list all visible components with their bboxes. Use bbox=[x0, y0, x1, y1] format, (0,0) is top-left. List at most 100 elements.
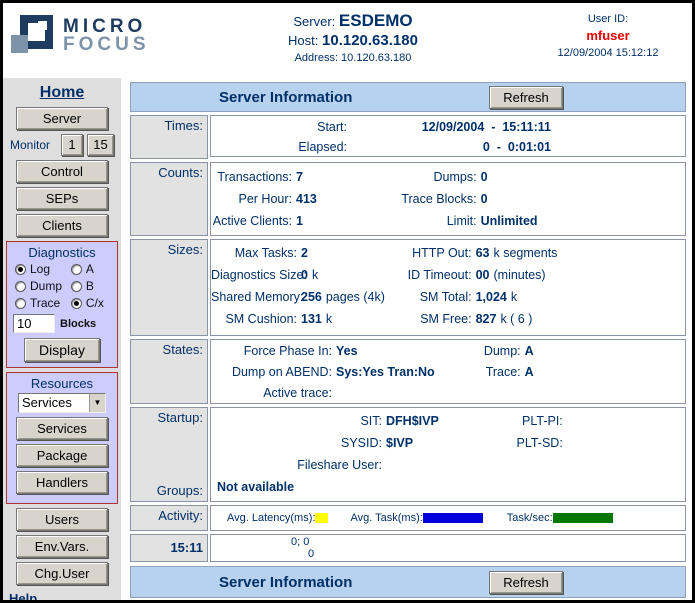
sit-value: DFH$IVP bbox=[386, 410, 439, 432]
states-label: States: bbox=[130, 339, 208, 404]
monitor-label: Monitor bbox=[10, 138, 50, 152]
sm-total-value: 1,024 bbox=[476, 286, 507, 308]
diagnostics-radio-group: Log A Dump B bbox=[11, 262, 113, 310]
task-sec-label: Task/sec: bbox=[507, 512, 553, 524]
host-value: 10.120.63.180 bbox=[322, 32, 418, 49]
resources-title: Resources bbox=[11, 376, 113, 391]
dump-state-value: A bbox=[525, 341, 534, 362]
startup-label: Startup: bbox=[131, 410, 203, 425]
id-timeout-value: 00 bbox=[476, 264, 490, 286]
radio-b[interactable]: B bbox=[71, 279, 113, 293]
http-out-value: 63 bbox=[476, 242, 490, 264]
radio-trace-icon[interactable] bbox=[15, 298, 26, 309]
transactions-value: 7 bbox=[296, 166, 303, 188]
admin-window: MICRO FOCUS Server: ESDEMO Host: 10.120.… bbox=[0, 0, 695, 603]
chevron-down-icon[interactable]: ▼ bbox=[89, 394, 105, 412]
user-id-label: User ID: bbox=[543, 13, 673, 25]
bottom-banner: Server Information Refresh bbox=[130, 566, 686, 598]
header: MICRO FOCUS Server: ESDEMO Host: 10.120.… bbox=[3, 3, 692, 75]
times-row: Times: Start:12/09/2004 - 15:11:11 Elaps… bbox=[130, 115, 686, 159]
sm-cushion-value: 131 bbox=[301, 308, 322, 330]
timeline-time: 15:11 bbox=[130, 534, 208, 562]
address-line: Address: 10.120.63.180 bbox=[233, 52, 473, 64]
radio-trace[interactable]: Trace bbox=[15, 296, 71, 310]
radio-dump-icon[interactable] bbox=[15, 281, 26, 292]
counts-label: Counts: bbox=[130, 162, 208, 236]
shared-memory-value: 256 bbox=[301, 286, 322, 308]
refresh-button-bottom[interactable]: Refresh bbox=[489, 571, 563, 594]
micro-focus-logo-icon bbox=[11, 13, 55, 59]
trace-state-value: A bbox=[525, 362, 534, 383]
clients-button[interactable]: Clients bbox=[16, 214, 108, 237]
user-id-value: mfuser bbox=[543, 28, 673, 43]
bottom-title: Server Information bbox=[219, 574, 352, 591]
states-row: States: Force Phase In:Yes Dump on ABEND… bbox=[130, 339, 686, 404]
handlers-button[interactable]: Handlers bbox=[16, 471, 108, 494]
resources-select[interactable]: Services ▼ bbox=[18, 393, 106, 413]
sysid-value: $IVP bbox=[386, 432, 413, 454]
main-panel: Server Information Refresh Times: Start:… bbox=[130, 82, 686, 598]
login-timestamp: 12/09/2004 15:12:12 bbox=[543, 47, 673, 59]
control-button[interactable]: Control bbox=[16, 160, 108, 183]
radio-dump[interactable]: Dump bbox=[15, 279, 71, 293]
dump-on-abend-value: Sys:Yes Tran:No bbox=[336, 362, 435, 383]
max-tasks-value: 2 bbox=[301, 242, 308, 264]
active-clients-value: 1 bbox=[296, 210, 303, 232]
latency-bar bbox=[315, 513, 328, 523]
limit-value: Unlimited bbox=[481, 210, 538, 232]
envvars-button[interactable]: Env.Vars. bbox=[16, 535, 108, 558]
services-button[interactable]: Services bbox=[16, 417, 108, 440]
groups-value: Not available bbox=[211, 476, 685, 498]
avg-latency-label: Avg. Latency(ms): bbox=[227, 512, 315, 524]
radio-cx-icon[interactable] bbox=[71, 298, 82, 309]
monitor-15-button[interactable]: 15 bbox=[87, 134, 114, 156]
timeline-values-line1: 0; 0 bbox=[211, 536, 685, 548]
top-banner: Server Information Refresh bbox=[130, 82, 686, 112]
chguser-button[interactable]: Chg.User bbox=[16, 562, 108, 585]
task-sec-bar bbox=[553, 513, 613, 523]
counts-row: Counts: Transactions:7 Per Hour:413 Acti… bbox=[130, 162, 686, 236]
body: Home Server Monitor 1 15 Control SEPs Cl… bbox=[3, 75, 692, 600]
radio-b-icon[interactable] bbox=[71, 281, 82, 292]
radio-log[interactable]: Log bbox=[15, 262, 71, 276]
activity-label: Activity: bbox=[130, 505, 208, 531]
force-phase-in-value: Yes bbox=[336, 341, 358, 362]
sizes-row: Sizes: Max Tasks:2 Diagnostics Size:0k S… bbox=[130, 239, 686, 336]
display-button[interactable]: Display bbox=[24, 338, 100, 362]
package-button[interactable]: Package bbox=[16, 444, 108, 467]
groups-label: Groups: bbox=[131, 483, 203, 498]
radio-a-icon[interactable] bbox=[71, 264, 82, 275]
sizes-label: Sizes: bbox=[130, 239, 208, 336]
blocks-input[interactable] bbox=[13, 314, 55, 333]
dumps-value: 0 bbox=[481, 166, 488, 188]
elapsed-label: Elapsed: bbox=[211, 137, 351, 157]
monitor-1-button[interactable]: 1 bbox=[61, 134, 83, 156]
avg-task-label: Avg. Task(ms): bbox=[350, 512, 422, 524]
startup-row: Startup: Groups: SIT:DFH$IVP SYSID:$IVP … bbox=[130, 407, 686, 502]
host-label: Host: bbox=[288, 33, 318, 48]
resources-select-value: Services bbox=[19, 394, 89, 412]
elapsed-value: 0 - 0:01:01 bbox=[351, 137, 551, 157]
micro-focus-logo: MICRO FOCUS bbox=[11, 13, 150, 59]
users-button[interactable]: Users bbox=[16, 508, 108, 531]
diag-size-value: 0 bbox=[301, 264, 308, 286]
refresh-button-top[interactable]: Refresh bbox=[489, 86, 563, 109]
radio-log-icon[interactable] bbox=[15, 264, 26, 275]
home-link[interactable]: Home bbox=[3, 84, 121, 102]
trace-blocks-value: 0 bbox=[481, 188, 488, 210]
blocks-label: Blocks bbox=[60, 318, 96, 330]
radio-a[interactable]: A bbox=[71, 262, 113, 276]
activity-row: Activity: Avg. Latency(ms): Avg. Task(ms… bbox=[130, 505, 686, 531]
per-hour-value: 413 bbox=[296, 188, 317, 210]
page-title: Server Information bbox=[219, 89, 352, 106]
seps-button[interactable]: SEPs bbox=[16, 187, 108, 210]
help-label: Help bbox=[9, 591, 121, 603]
monitor-row: Monitor 1 15 bbox=[3, 134, 121, 156]
user-identity: User ID: mfuser 12/09/2004 15:12:12 bbox=[543, 13, 673, 59]
logo-text-focus: FOCUS bbox=[63, 36, 150, 54]
radio-cx[interactable]: C/x bbox=[71, 296, 113, 310]
server-button[interactable]: Server bbox=[16, 107, 108, 130]
timeline-row: 15:11 0; 0 0 bbox=[130, 534, 686, 562]
sidebar: Home Server Monitor 1 15 Control SEPs Cl… bbox=[3, 78, 121, 600]
sm-free-value: 827 bbox=[476, 308, 497, 330]
